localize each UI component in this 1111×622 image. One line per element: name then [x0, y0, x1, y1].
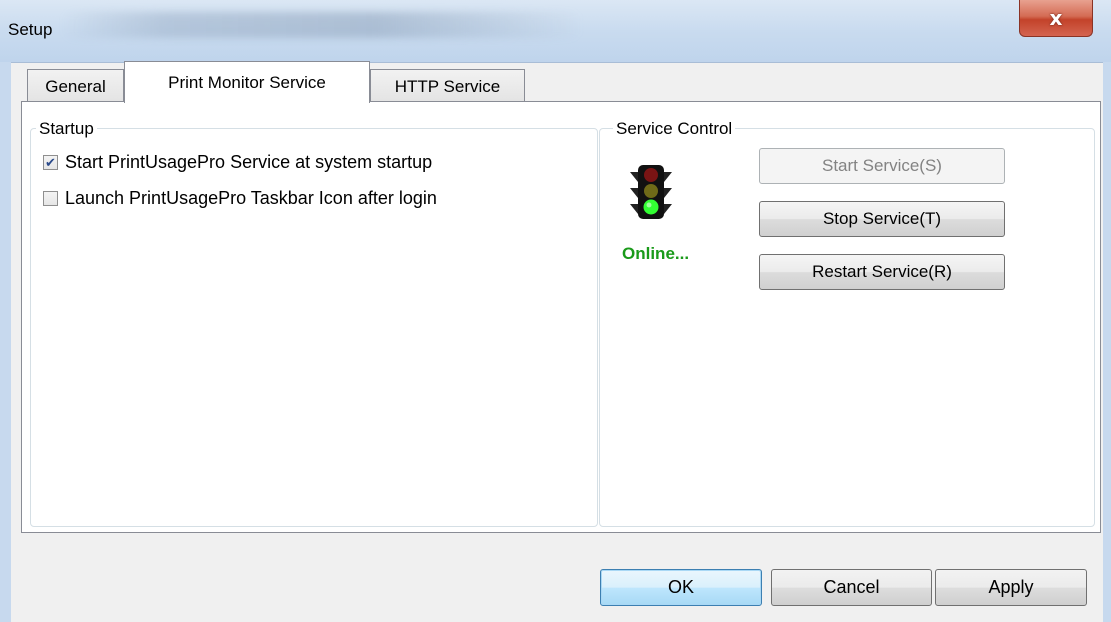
start-service-checkbox[interactable] [43, 155, 58, 170]
service-control-group-label: Service Control [613, 119, 736, 139]
start-service-at-startup-option[interactable]: Start PrintUsagePro Service at system st… [43, 152, 432, 173]
blurred-background [62, 12, 582, 38]
ok-label: OK [667, 577, 694, 597]
tab-general[interactable]: General [27, 69, 124, 103]
close-icon: x [1049, 6, 1063, 30]
start-service-label: Start Service(S) [822, 156, 942, 175]
stop-service-label: Stop Service(T) [822, 209, 942, 228]
window-frame-right [1103, 62, 1111, 622]
window-frame-left [0, 62, 11, 622]
apply-label: Apply [988, 577, 1034, 597]
cancel-label: Cancel [823, 577, 880, 597]
restart-service-label: Restart Service(R) [812, 262, 952, 281]
tab-label: Print Monitor Service [168, 72, 326, 92]
launch-taskbar-icon-option[interactable]: Launch PrintUsagePro Taskbar Icon after … [43, 188, 437, 209]
restart-service-button[interactable]: Restart Service(R) [759, 254, 1005, 290]
start-service-checkbox-label: Start PrintUsagePro Service at system st… [65, 152, 433, 172]
start-service-button[interactable]: Start Service(S) [759, 148, 1005, 184]
ok-button[interactable]: OK [600, 569, 762, 606]
tab-http-service[interactable]: HTTP Service [370, 69, 525, 103]
tab-label: HTTP Service [394, 76, 501, 96]
stop-service-button[interactable]: Stop Service(T) [759, 201, 1005, 237]
tab-label: General [45, 76, 106, 96]
window-title: Setup [8, 20, 53, 39]
title-bar: Setup x [0, 0, 1111, 63]
startup-group-label: Startup [36, 119, 97, 139]
launch-taskbar-icon-checkbox-label: Launch PrintUsagePro Taskbar Icon after … [65, 188, 437, 208]
traffic-light-icon [630, 165, 672, 219]
tab-print-monitor-service[interactable]: Print Monitor Service [124, 61, 370, 103]
apply-button[interactable]: Apply [935, 569, 1087, 606]
cancel-button[interactable]: Cancel [771, 569, 932, 606]
launch-taskbar-icon-checkbox[interactable] [43, 191, 58, 206]
close-button[interactable]: x [1019, 0, 1093, 37]
service-status-text: Online... [622, 244, 690, 263]
